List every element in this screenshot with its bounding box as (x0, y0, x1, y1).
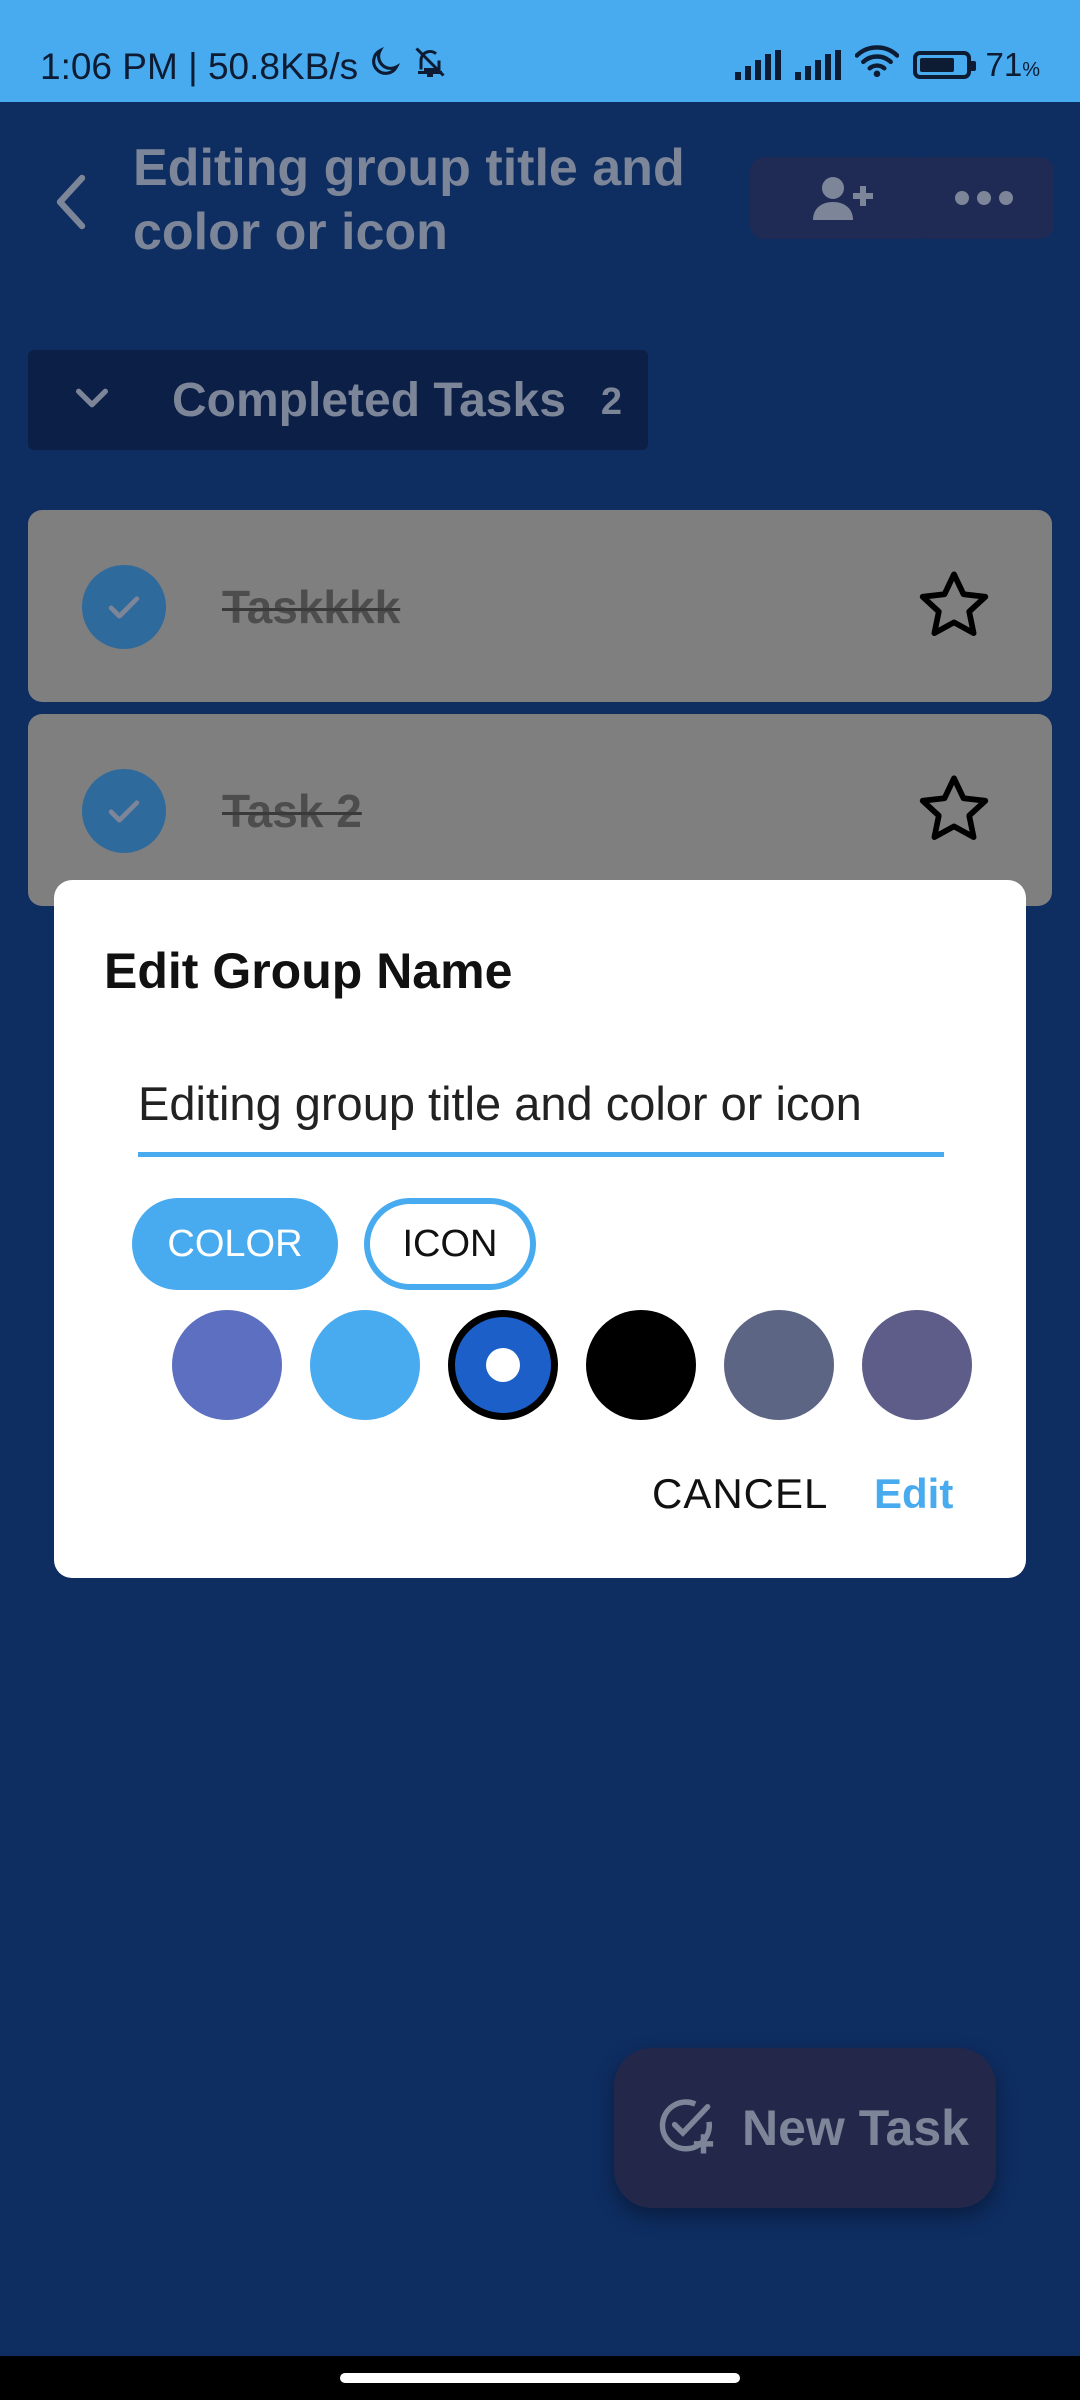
navigation-bar (0, 2356, 1080, 2400)
cancel-button[interactable]: CANCEL (652, 1470, 828, 1518)
check-icon (108, 800, 140, 823)
edit-button[interactable]: Edit (874, 1470, 953, 1518)
section-count: 2 (600, 381, 622, 423)
chevron-left-icon (56, 174, 86, 230)
section-label: Completed Tasks (172, 373, 566, 427)
wifi-icon (855, 44, 900, 86)
color-swatch[interactable] (172, 1310, 282, 1420)
star-icon[interactable] (916, 568, 992, 647)
person-add-icon (813, 177, 873, 220)
bell-off-icon (412, 44, 448, 89)
new-task-button[interactable]: New Task (614, 2048, 996, 2208)
status-time-speed: 1:06 PM | 50.8KB/s (40, 45, 359, 87)
chevron-down-icon (72, 384, 142, 417)
star-icon[interactable] (916, 772, 992, 851)
task-title: Task 2 (222, 785, 362, 837)
edit-group-dialog: Edit Group Name COLOR ICON CANCEL Edit (54, 880, 1026, 1578)
moon-icon (368, 45, 402, 88)
battery-percent: 71% (985, 46, 1040, 83)
page-title: Editing group title and color or icon (133, 139, 685, 261)
group-name-input[interactable] (138, 1068, 944, 1157)
task-card[interactable]: Task 2 (28, 714, 1052, 906)
signal-icon (735, 50, 782, 80)
task-checkbox[interactable] (82, 769, 166, 853)
more-horizontal-icon (955, 191, 1013, 205)
color-swatch-list (118, 1308, 978, 1424)
status-right: 71% (735, 44, 1040, 86)
color-swatch[interactable] (724, 1310, 834, 1420)
color-swatch-selected[interactable] (448, 1310, 558, 1420)
check-icon (108, 596, 140, 619)
more-button[interactable] (914, 157, 1054, 239)
new-task-label: New Task (742, 2100, 969, 2156)
task-card[interactable]: Taskkkk (28, 510, 1052, 702)
tab-color[interactable]: COLOR (132, 1198, 338, 1290)
home-gesture-handle[interactable] (340, 2373, 740, 2383)
selected-indicator (486, 1348, 520, 1382)
status-left: 1:06 PM | 50.8KB/s (40, 44, 448, 89)
task-checkbox[interactable] (82, 565, 166, 649)
status-bar: 1:06 PM | 50.8KB/s 71% (0, 0, 1080, 102)
battery-icon (913, 51, 977, 79)
check-add-icon (654, 2093, 720, 2164)
color-swatch[interactable] (862, 1310, 972, 1420)
signal-icon (795, 50, 842, 80)
task-title: Taskkkk (222, 581, 401, 633)
color-swatch[interactable] (310, 1310, 420, 1420)
add-member-button[interactable] (750, 157, 932, 239)
color-swatch[interactable] (586, 1310, 696, 1420)
completed-section-header[interactable]: Completed Tasks 2 (28, 350, 648, 450)
tab-icon[interactable]: ICON (364, 1198, 536, 1290)
back-button[interactable] (40, 170, 104, 234)
dialog-title: Edit Group Name (104, 943, 513, 999)
